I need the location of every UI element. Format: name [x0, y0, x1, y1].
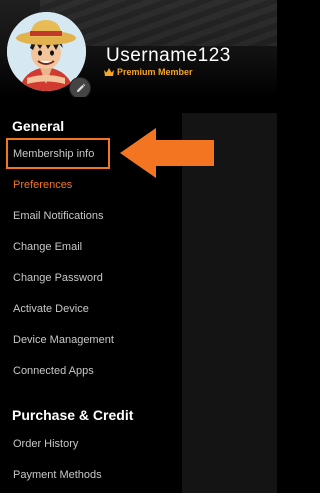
annotation-highlight-box: [6, 138, 110, 169]
arrow-left-icon: [120, 128, 214, 178]
edit-avatar-button[interactable]: [69, 77, 91, 97]
nav-item-device-management[interactable]: Device Management: [13, 334, 114, 346]
section-title-purchase-credit: Purchase & Credit: [12, 407, 134, 423]
membership-label: Premium Member: [117, 67, 193, 77]
crown-icon: [104, 68, 114, 76]
nav-item-payment-methods[interactable]: Payment Methods: [13, 469, 102, 481]
pencil-icon: [76, 83, 85, 92]
membership-status: Premium Member: [104, 67, 193, 77]
nav-item-connected-apps[interactable]: Connected Apps: [13, 365, 94, 377]
nav-item-change-password[interactable]: Change Password: [13, 272, 103, 284]
nav-item-email-notifications[interactable]: Email Notifications: [13, 210, 103, 222]
nav-item-activate-device[interactable]: Activate Device: [13, 303, 89, 315]
profile-header: Username123 Premium Member: [0, 0, 277, 97]
nav-item-order-history[interactable]: Order History: [13, 438, 78, 450]
username: Username123: [106, 45, 231, 66]
section-title-general: General: [12, 118, 65, 134]
avatar-container[interactable]: [7, 12, 91, 97]
nav-item-preferences[interactable]: Preferences: [13, 179, 72, 191]
nav-item-change-email[interactable]: Change Email: [13, 241, 82, 253]
